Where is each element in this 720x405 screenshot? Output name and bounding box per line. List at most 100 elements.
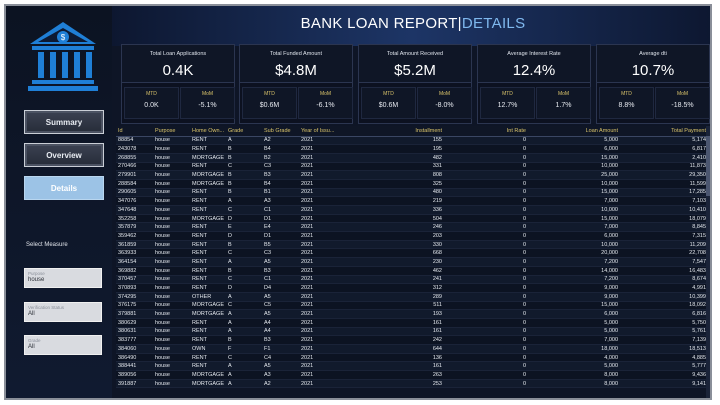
table-cell: 7,547 <box>620 257 708 267</box>
kpi-mom-label: MoM <box>438 91 451 97</box>
table-cell: C <box>226 353 262 363</box>
table-cell: 7,000 <box>528 196 620 206</box>
column-header[interactable]: Grade <box>226 126 262 137</box>
table-row[interactable]: 369882 house RENT B B3 2021 462 0 14,000 16,483 <box>116 266 708 276</box>
table-row[interactable]: 391887 house MORTGAGE A A2 2021 253 0 8,000 9,141 <box>116 379 708 389</box>
table-row[interactable]: 384060 house OWN F F1 2021 644 0 18,000 18,513 <box>116 344 708 354</box>
column-header[interactable]: Id <box>116 126 153 137</box>
table-row[interactable]: 279901 house MORTGAGE B B3 2021 808 0 25,000 29,3… <box>116 170 708 180</box>
kpi-mom: MoM -18.5% <box>655 87 710 119</box>
table-cell: 370457 <box>116 275 153 285</box>
table-row[interactable]: 376175 house MORTGAGE C C5 2021 511 0 15,000 18,0… <box>116 301 708 311</box>
table-cell: B <box>226 144 262 154</box>
table-row[interactable]: 352258 house MORTGAGE D D1 2021 504 0 15,000 18,0… <box>116 214 708 224</box>
nav-overview-button[interactable]: Overview <box>24 143 104 167</box>
table-cell: 2021 <box>299 292 337 302</box>
table-row[interactable]: 379881 house MORTGAGE A A5 2021 193 0 6,000 6,816 <box>116 309 708 319</box>
table-cell: 270466 <box>116 162 153 172</box>
table-cell: 312 <box>337 283 444 293</box>
table-row[interactable]: 347076 house RENT A A3 2021 219 0 7,000 7,103 <box>116 196 708 206</box>
table-cell: 6,000 <box>528 144 620 154</box>
table-cell: A2 <box>262 136 299 146</box>
table-row[interactable]: 363933 house RENT C C3 2021 668 0 20,000 22,708 <box>116 248 708 259</box>
select-measure-label: Select Measure <box>26 242 68 248</box>
table-cell: 10,000 <box>528 205 620 215</box>
table-cell: 0 <box>444 144 528 154</box>
column-header[interactable]: Purpose <box>153 126 190 137</box>
verification-status-slicer[interactable]: Verification Status All <box>24 302 102 322</box>
table-body: 88854 house RENT A A2 2021 155 0 5,000 5,174 24307… <box>116 136 708 389</box>
column-header[interactable]: Year of Issu... <box>299 126 337 137</box>
table-cell: 482 <box>337 153 444 163</box>
table-cell: MORTGAGE <box>190 309 226 319</box>
column-header[interactable]: Installment <box>337 126 444 137</box>
purpose-slicer[interactable]: Purpose house <box>24 268 102 288</box>
table-cell: 0 <box>444 370 528 380</box>
table-row[interactable]: 290605 house RENT B B1 2021 480 0 15,000 17,285 <box>116 188 708 198</box>
table-cell: 0 <box>444 257 528 267</box>
table-cell: house <box>153 231 190 241</box>
table-row[interactable]: 88854 house RENT A A2 2021 155 0 5,000 5,174 <box>116 136 708 146</box>
table-cell: RENT <box>190 257 226 267</box>
table-cell: 380629 <box>116 318 153 328</box>
column-header[interactable]: Int Rate <box>444 126 528 137</box>
nav-summary-button[interactable]: Summary <box>24 110 104 134</box>
column-header[interactable]: Sub Grade <box>262 126 299 137</box>
table-cell: 6,816 <box>620 309 708 319</box>
table-cell: A3 <box>262 196 299 206</box>
table-row[interactable]: 386490 house RENT C C4 2021 136 0 4,000 4,885 <box>116 353 708 363</box>
table-cell: B <box>226 335 262 345</box>
table-cell: 11,599 <box>620 179 708 189</box>
table-row[interactable]: 357879 house RENT E E4 2021 246 0 7,000 8,845 <box>116 222 708 233</box>
table-cell: 0 <box>444 327 528 337</box>
table-row[interactable]: 364154 house RENT A A5 2021 230 0 7,200 7,547 <box>116 257 708 267</box>
nav-details-button[interactable]: Details <box>24 176 104 200</box>
table-row[interactable]: 288584 house MORTGAGE B B4 2021 325 0 10,000 11,5… <box>116 179 708 189</box>
table-row[interactable]: 383777 house RENT B B3 2021 242 0 7,000 7,139 <box>116 335 708 345</box>
table-row[interactable]: 270466 house RENT C C3 2021 331 0 10,000 11,873 <box>116 162 708 172</box>
kpi-head: Total Loan Applications 0.4K <box>122 45 234 83</box>
table-cell: 7,000 <box>528 222 620 233</box>
table-cell: F <box>226 344 262 354</box>
table-row[interactable]: 370893 house RENT D D4 2021 312 0 9,000 4,991 <box>116 283 708 293</box>
grade-slicer[interactable]: Grade All <box>24 335 102 355</box>
table-cell: 279901 <box>116 170 153 180</box>
table-row[interactable]: 243078 house RENT B B4 2021 195 0 6,000 6,817 <box>116 144 708 154</box>
table-row[interactable]: 380631 house RENT A A4 2021 161 0 5,000 5,761 <box>116 327 708 337</box>
table-row[interactable]: 359462 house RENT D D1 2021 203 0 6,000 7,315 <box>116 231 708 241</box>
table-cell: 2021 <box>299 170 337 180</box>
table-cell: 389056 <box>116 370 153 380</box>
table-cell: F1 <box>262 344 299 354</box>
table-cell: 0 <box>444 301 528 311</box>
column-header[interactable]: Home Own... <box>190 126 226 137</box>
table-cell: 288584 <box>116 179 153 189</box>
table-row[interactable]: 389056 house MORTGAGE A A3 2021 263 0 8,000 9,436 <box>116 370 708 380</box>
table-row[interactable]: 361859 house RENT B B5 2021 330 0 10,000 11,209 <box>116 240 708 250</box>
table-row[interactable]: 374295 house OTHER A A5 2021 289 0 9,000 10,399 <box>116 292 708 302</box>
table-row[interactable]: 370457 house RENT C C1 2021 241 0 7,200 8,674 <box>116 275 708 285</box>
table-row[interactable]: 268855 house MORTGAGE B B2 2021 482 0 15,000 2,41… <box>116 153 708 163</box>
scrollbar-thumb[interactable] <box>706 136 710 196</box>
table-scrollbar[interactable] <box>706 126 710 398</box>
table-row[interactable]: 347648 house RENT C C1 2021 336 0 10,000 10,410 <box>116 205 708 215</box>
table-cell: 11,873 <box>620 162 708 172</box>
table-cell: 5,000 <box>528 318 620 328</box>
table-cell: RENT <box>190 283 226 293</box>
kpi-mtd: MTD $0.6M <box>361 87 416 119</box>
table-cell: A <box>226 327 262 337</box>
table-row[interactable]: 388441 house RENT A A5 2021 161 0 5,000 5,777 <box>116 361 708 372</box>
kpi-mom-label: MoM <box>319 91 332 97</box>
table-cell: B <box>226 188 262 198</box>
kpi-mtd-label: MTD <box>146 91 157 97</box>
column-header[interactable]: Total Payment <box>620 126 708 137</box>
kpi-mtd-label: MTD <box>383 91 394 97</box>
table-cell: 2021 <box>299 309 337 319</box>
table-row[interactable]: 380629 house RENT A A4 2021 161 0 5,000 5,750 <box>116 318 708 328</box>
table-cell: 241 <box>337 275 444 285</box>
kpi-mtd-value: $0.6M <box>259 102 280 109</box>
table-cell: B4 <box>262 179 299 189</box>
table-cell: 7,315 <box>620 231 708 241</box>
table-cell: 2021 <box>299 266 337 276</box>
column-header[interactable]: Loan Amount <box>528 126 620 137</box>
table-cell: A4 <box>262 318 299 328</box>
